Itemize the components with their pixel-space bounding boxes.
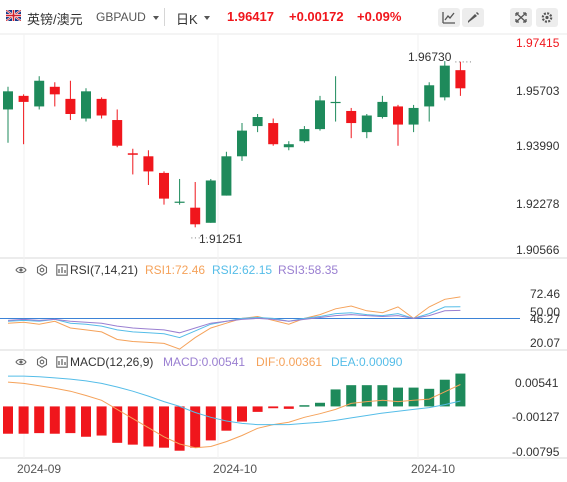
macd-bar xyxy=(330,389,341,407)
price-tick-label: 1.97415 xyxy=(516,36,560,50)
date-tick-label: 2024-10 xyxy=(213,462,258,476)
low-price-label: 1.91251 xyxy=(199,232,243,246)
candle-body xyxy=(330,101,341,104)
macd-tick-label: 0.00541 xyxy=(515,376,559,390)
macd-bar xyxy=(127,406,138,445)
candle-body xyxy=(424,85,435,107)
price-tick-label: 1.95703 xyxy=(516,84,560,98)
date-tick-label: 2024-10 xyxy=(411,462,456,476)
macd-bar xyxy=(96,406,107,436)
rsi3-line xyxy=(7,309,461,334)
candle-body xyxy=(127,153,138,155)
candle-body xyxy=(361,115,372,133)
macd-tick-label: -0.00795 xyxy=(512,445,560,459)
candle-body xyxy=(112,120,123,146)
macd-bar xyxy=(3,406,13,434)
hide-indicator-icon[interactable] xyxy=(15,264,27,276)
candle-body xyxy=(96,98,107,116)
price-tick-label: 1.92278 xyxy=(516,197,560,211)
candle-body xyxy=(221,156,232,196)
rsi-title[interactable]: RSI(7,14,21) xyxy=(70,263,138,277)
macd-histogram xyxy=(3,373,466,451)
high-price-label: 1.96730 xyxy=(408,50,452,64)
macd-bar xyxy=(237,406,247,422)
rsi2-line xyxy=(7,306,461,339)
macd-bar xyxy=(65,406,76,434)
candle-body xyxy=(252,117,263,127)
macd-bar xyxy=(81,406,91,437)
macd-bar xyxy=(299,405,310,407)
price-tick-label: 1.93990 xyxy=(516,139,560,153)
candle-body xyxy=(65,98,76,114)
candle-body xyxy=(34,80,45,107)
candle-body xyxy=(377,101,388,118)
candle-body xyxy=(49,86,60,95)
candle-body xyxy=(143,156,154,172)
rsi1-value: RSI1:72.46 xyxy=(145,263,206,277)
high-leader: ····· xyxy=(454,56,473,68)
rsi2-value: RSI2:62.15 xyxy=(212,263,273,277)
macd-bar xyxy=(393,387,403,407)
candle-body xyxy=(455,70,466,89)
candle-body xyxy=(159,172,169,199)
candle-body xyxy=(81,91,91,119)
dea-value: DEA:0.00090 xyxy=(331,355,403,369)
chart-canvas[interactable] xyxy=(0,0,567,482)
candle-body xyxy=(268,123,279,145)
candle-body xyxy=(408,107,419,125)
rsi-tick-label: 20.07 xyxy=(530,336,561,350)
dea-line xyxy=(8,375,461,426)
macd-bar xyxy=(49,406,60,434)
candle-body xyxy=(174,201,185,203)
macd-lines xyxy=(7,375,461,449)
date-tick-label: 2024-09 xyxy=(17,462,62,476)
candle-body xyxy=(299,129,310,142)
candle-body xyxy=(3,91,13,110)
dif-value: DIF:0.00361 xyxy=(256,355,323,369)
macd-bar xyxy=(283,406,294,409)
macd-bar xyxy=(221,406,232,431)
rsi-tick-label: 72.46 xyxy=(530,287,561,301)
indicator-settings-icon[interactable] xyxy=(36,356,48,368)
price-tick-label: 1.90566 xyxy=(516,243,560,257)
macd-bar xyxy=(268,406,279,409)
macd-value: MACD:0.00541 xyxy=(163,355,246,369)
rsi-tick-label: 46.27 xyxy=(530,312,561,326)
macd-title[interactable]: MACD(12,26,9) xyxy=(70,355,153,369)
macd-bar xyxy=(377,385,388,407)
indicator-chart-icon[interactable] xyxy=(56,264,68,276)
macd-bar xyxy=(205,406,216,441)
macd-bar xyxy=(18,406,29,434)
macd-bar xyxy=(143,406,154,447)
rsi-series xyxy=(0,296,520,350)
candle-body xyxy=(18,95,29,102)
macd-bar xyxy=(315,402,325,407)
macd-bar xyxy=(252,406,263,412)
candle-body xyxy=(393,106,403,125)
candle-body xyxy=(283,144,294,148)
indicator-settings-icon[interactable] xyxy=(36,264,48,276)
rsi3-value: RSI3:58.35 xyxy=(278,263,339,277)
macd-bar xyxy=(408,387,419,407)
candle-body xyxy=(237,130,247,157)
rsi1-line xyxy=(7,296,461,350)
candle-body xyxy=(190,207,201,225)
macd-bar xyxy=(361,385,372,407)
candle-body xyxy=(346,110,357,124)
candlestick-series xyxy=(3,61,466,228)
candle-body xyxy=(315,100,325,130)
dif-line xyxy=(7,381,461,449)
indicator-chart-icon[interactable] xyxy=(56,356,68,368)
candle-body xyxy=(205,180,216,223)
macd-tick-label: -0.00127 xyxy=(512,410,560,424)
candle-body xyxy=(439,65,450,98)
macd-bar xyxy=(34,406,45,434)
macd-bar xyxy=(159,406,169,448)
hide-indicator-icon[interactable] xyxy=(15,356,27,368)
